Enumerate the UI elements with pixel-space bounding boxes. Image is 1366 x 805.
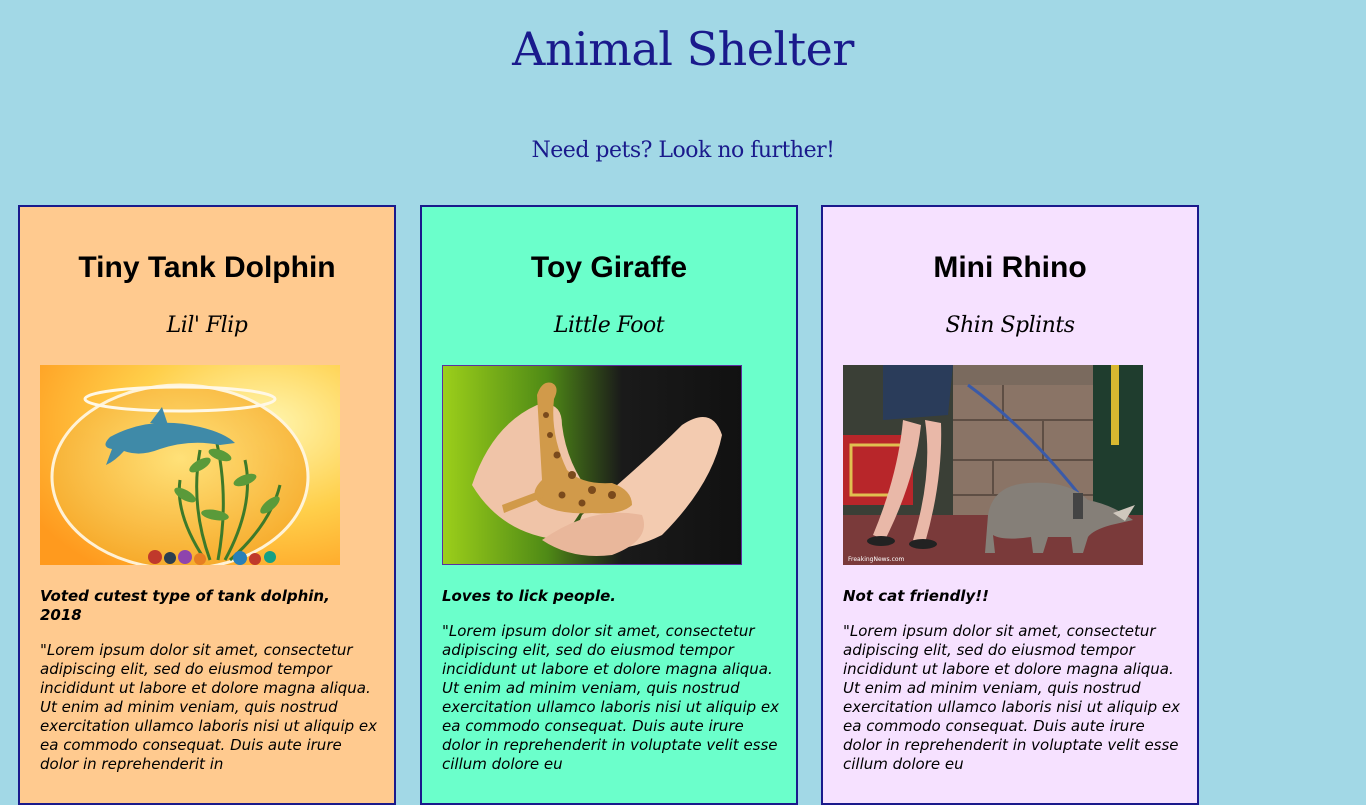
pet-name: Toy Giraffe bbox=[530, 251, 688, 284]
pet-card-dolphin: Tiny Tank Dolphin Lil' Flip Voted cutest… bbox=[18, 205, 396, 805]
pet-description: "Lorem ipsum dolor sit amet, consectetur… bbox=[442, 622, 780, 773]
svg-text:FreakingNews.com: FreakingNews.com bbox=[848, 556, 905, 563]
pet-description: "Lorem ipsum dolor sit amet, consectetur… bbox=[843, 622, 1181, 773]
pet-tagline: Not cat friendly!! bbox=[843, 587, 989, 605]
dolphin-photo bbox=[40, 365, 340, 565]
pet-nickname: Little Foot bbox=[553, 313, 665, 338]
pet-nickname: Lil' Flip bbox=[166, 313, 248, 338]
page-subtitle: Need pets? Look no further! bbox=[531, 138, 835, 163]
page-title: Animal Shelter bbox=[512, 22, 854, 76]
giraffe-photo bbox=[442, 365, 742, 565]
rhino-photo: FreakingNews.com bbox=[843, 365, 1143, 565]
pet-name: Mini Rhino bbox=[933, 251, 1087, 284]
pet-card-giraffe: Toy Giraffe Little Foot Loves to lick pe… bbox=[420, 205, 798, 805]
pet-tagline: Voted cutest type of tank dolphin, 2018 bbox=[40, 587, 330, 624]
pet-tagline: Loves to lick people. bbox=[442, 587, 617, 605]
pet-name: Tiny Tank Dolphin bbox=[78, 251, 336, 284]
pet-card-rhino: Mini Rhino Shin Splints FreakingNews.com… bbox=[821, 205, 1199, 805]
pet-nickname: Shin Splints bbox=[945, 313, 1075, 338]
pet-description: "Lorem ipsum dolor sit amet, consectetur… bbox=[40, 641, 378, 773]
